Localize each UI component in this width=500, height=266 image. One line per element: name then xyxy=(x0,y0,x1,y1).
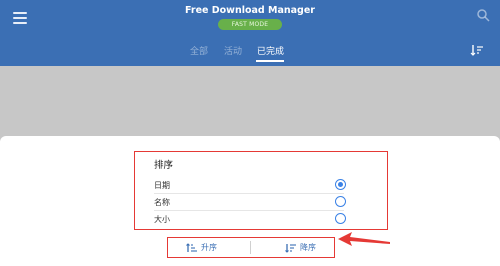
tab-all[interactable]: 全部 xyxy=(190,44,208,57)
app-title: Free Download Manager xyxy=(185,5,315,16)
ascending-label: 升序 xyxy=(201,243,217,252)
sort-option-label: 名称 xyxy=(154,198,170,207)
sort-ascending-icon xyxy=(186,242,197,252)
sort-option-size[interactable]: 大小 xyxy=(154,212,354,228)
sort-option-date[interactable]: 日期 xyxy=(154,178,354,194)
descending-button[interactable]: 降序 xyxy=(285,238,316,257)
sort-option-label: 大小 xyxy=(154,215,170,224)
sort-title: 排序 xyxy=(154,160,174,171)
ascending-button[interactable]: 升序 xyxy=(186,238,217,257)
tab-active[interactable]: 活动 xyxy=(224,44,242,57)
radio-checked-icon[interactable] xyxy=(335,179,346,190)
divider xyxy=(250,241,251,254)
search-icon[interactable] xyxy=(476,8,490,22)
sort-option-label: 日期 xyxy=(154,181,170,190)
active-tab-indicator xyxy=(256,60,284,62)
sort-option-name[interactable]: 名称 xyxy=(154,195,354,211)
tab-bar: 全部 活动 已完成 xyxy=(0,44,500,66)
divider xyxy=(154,193,344,194)
radio-unchecked-icon[interactable] xyxy=(335,196,346,207)
sort-descending-icon xyxy=(285,243,296,253)
radio-unchecked-icon[interactable] xyxy=(335,213,346,224)
descending-label: 降序 xyxy=(300,243,316,252)
tab-completed[interactable]: 已完成 xyxy=(257,44,284,57)
divider xyxy=(154,210,344,211)
sort-icon[interactable] xyxy=(470,44,484,56)
app-header: Free Download Manager FAST MODE 全部 活动 已完… xyxy=(0,0,500,66)
fast-mode-badge[interactable]: FAST MODE xyxy=(218,19,282,30)
annotation-arrow-icon xyxy=(338,232,390,246)
